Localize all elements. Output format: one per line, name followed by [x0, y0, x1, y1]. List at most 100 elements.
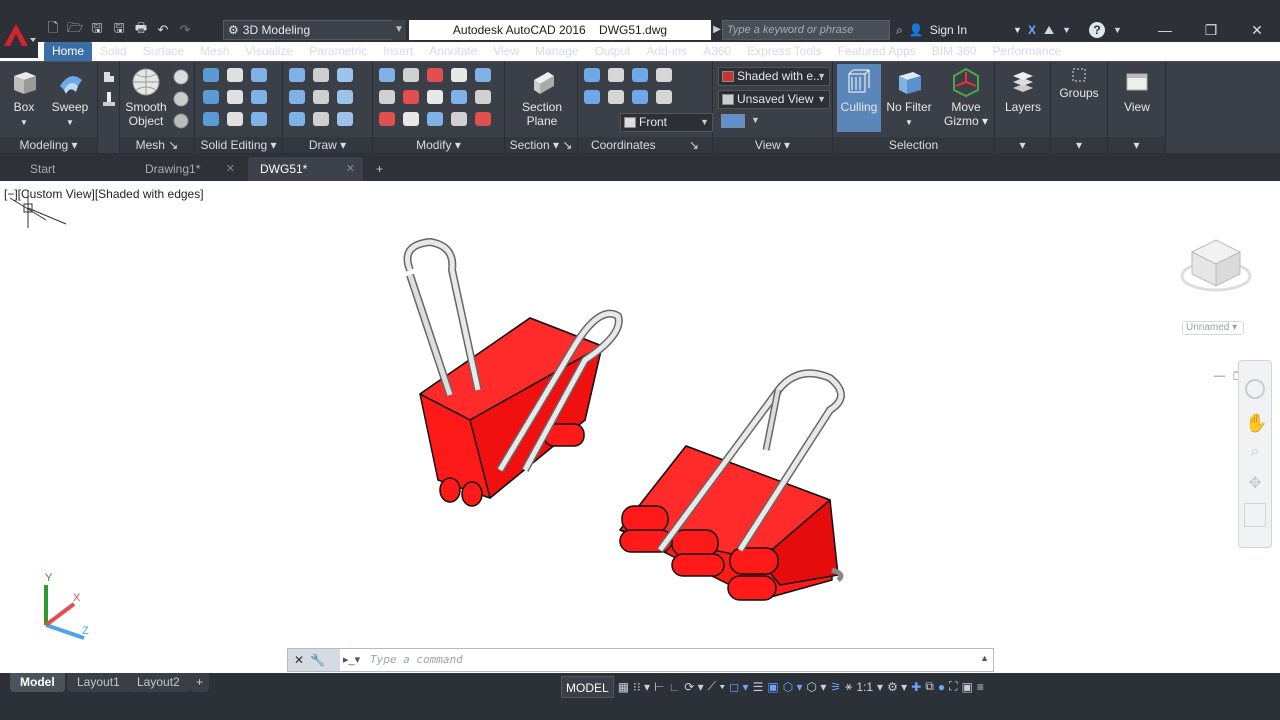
- smooth-object-button[interactable]: Smooth Object: [122, 66, 170, 128]
- customization-icon[interactable]: ▣: [961, 680, 972, 694]
- intersect-icon[interactable]: [251, 68, 267, 82]
- hatch-icon[interactable]: [313, 112, 329, 126]
- lineweight-icon[interactable]: ☰: [753, 680, 764, 694]
- layout-tab-layout2[interactable]: Layout2: [127, 673, 190, 692]
- menu-icon[interactable]: ≡: [977, 680, 984, 694]
- ucs-face-icon[interactable]: [608, 90, 624, 104]
- panel-title[interactable]: Solid Editing ▾: [195, 137, 282, 154]
- polar-icon[interactable]: ⟳ ▾: [684, 680, 703, 694]
- help-icon[interactable]: ?: [1089, 22, 1106, 38]
- groups-button[interactable]: Groups: [1055, 66, 1103, 100]
- navigation-bar[interactable]: ✋ ⌕ ✥: [1238, 360, 1272, 548]
- tab-view[interactable]: View: [485, 42, 527, 61]
- open-icon[interactable]: 🗁: [66, 20, 84, 39]
- polysolid-icon[interactable]: [100, 90, 118, 108]
- ucs-world-icon[interactable]: [608, 68, 624, 82]
- dynamic-ucs-icon[interactable]: ⚞: [830, 680, 841, 694]
- tab-home[interactable]: Home: [44, 42, 93, 61]
- chevron-down-icon[interactable]: ▼: [1013, 25, 1022, 35]
- trim-icon[interactable]: [379, 112, 395, 126]
- command-grip[interactable]: ✕ 🔧: [288, 649, 340, 671]
- file-tab-dwg51[interactable]: DWG51* ✕: [248, 157, 363, 181]
- new-tab-button[interactable]: +: [370, 157, 394, 181]
- interfere-icon[interactable]: [227, 90, 243, 104]
- tab-annotate[interactable]: Annotate: [421, 42, 485, 61]
- spline-icon[interactable]: [289, 90, 305, 104]
- annotation-visibility-icon[interactable]: ⚹: [845, 679, 852, 694]
- clean-screen-icon[interactable]: ⛶: [949, 679, 957, 694]
- file-tab-start[interactable]: Start: [18, 157, 128, 181]
- gear-icon[interactable]: ⚙ ▾: [887, 680, 907, 694]
- sign-in[interactable]: ⌕ 👤 Sign In ▼: [896, 20, 1022, 40]
- panel-title[interactable]: Modify ▾: [373, 137, 504, 154]
- save-icon[interactable]: 🖫: [88, 20, 106, 39]
- chevron-down-icon[interactable]: ▼: [751, 115, 760, 125]
- chevron-down-icon[interactable]: ▼: [1062, 25, 1071, 35]
- move-icon[interactable]: [379, 68, 395, 82]
- imprint-icon[interactable]: [227, 112, 243, 126]
- steering-wheel-icon[interactable]: [1245, 379, 1265, 399]
- array-icon[interactable]: [427, 90, 443, 104]
- mesh-smooth-more-icon[interactable]: [172, 90, 190, 108]
- explode-icon[interactable]: [427, 112, 443, 126]
- tab-mesh[interactable]: Mesh: [192, 42, 237, 61]
- zoom-icon[interactable]: ⌕: [1245, 443, 1265, 463]
- move-gizmo-button[interactable]: Move Gizmo ▾: [941, 66, 991, 128]
- pan-icon[interactable]: ✋: [1245, 413, 1267, 433]
- tab-featured-apps[interactable]: Featured Apps: [830, 42, 924, 61]
- exchange-icon[interactable]: X: [1028, 23, 1036, 37]
- close-icon[interactable]: ✕: [1234, 16, 1280, 44]
- thicken-icon[interactable]: [251, 90, 267, 104]
- polygon-icon[interactable]: [289, 112, 305, 126]
- align-icon[interactable]: [403, 112, 419, 126]
- drawing-viewport[interactable]: [−][Custom View][Shaded with edges] Y X …: [0, 181, 1280, 673]
- close-icon[interactable]: ✕: [226, 157, 235, 181]
- ucs-object-icon[interactable]: [584, 90, 600, 104]
- join-icon[interactable]: [451, 112, 467, 126]
- fillet-icon[interactable]: [475, 68, 491, 82]
- tab-express-tools[interactable]: Express Tools: [739, 42, 829, 61]
- culling-button[interactable]: Culling: [837, 64, 881, 132]
- orbit-icon[interactable]: ✥: [1245, 473, 1265, 493]
- chevron-down-icon[interactable]: ▾: [1051, 137, 1107, 154]
- box-button[interactable]: Box ▼: [0, 66, 48, 130]
- ucs-menu[interactable]: Unnamed ▾: [1182, 321, 1244, 335]
- chevron-right-icon[interactable]: ▶: [712, 20, 722, 40]
- recent-commands-icon[interactable]: ▸_▾: [343, 653, 360, 666]
- viewport-minimize-icon[interactable]: —: [1214, 370, 1226, 382]
- copy-icon[interactable]: [427, 68, 443, 82]
- mirror-icon[interactable]: [451, 68, 467, 82]
- transparency-icon[interactable]: ▣: [767, 680, 778, 694]
- close-icon[interactable]: ✕: [294, 653, 304, 667]
- osnap-icon[interactable]: ◻ ▾: [729, 680, 748, 694]
- 3d-osnap-icon[interactable]: ⬡ ▾: [807, 680, 827, 694]
- wrench-icon[interactable]: 🔧: [310, 653, 325, 667]
- isolate-objects-icon[interactable]: ●: [938, 680, 945, 694]
- scale-icon[interactable]: [403, 90, 419, 104]
- tab-visualize[interactable]: Visualize: [237, 42, 301, 61]
- infer-icon[interactable]: ⊢: [654, 680, 664, 694]
- showmotion-icon[interactable]: [1244, 503, 1266, 527]
- panel-title[interactable]: Draw ▾: [283, 137, 372, 154]
- tab-add-ins[interactable]: Add-ins: [639, 42, 696, 61]
- mesh-primitive-icon[interactable]: [172, 68, 190, 86]
- erase-icon[interactable]: [379, 90, 395, 104]
- circle-icon[interactable]: [313, 90, 329, 104]
- tab-a360[interactable]: A360: [695, 42, 739, 61]
- chamfer-icon[interactable]: [475, 112, 491, 126]
- viewport-config-icon[interactable]: [721, 114, 745, 128]
- extract-edges-icon[interactable]: [203, 112, 219, 126]
- ucs-3point-icon[interactable]: [632, 90, 648, 104]
- tab-solid[interactable]: Solid: [92, 42, 135, 61]
- layers-button[interactable]: Layers: [999, 66, 1047, 114]
- union-icon[interactable]: [203, 68, 219, 82]
- panel-title[interactable]: Mesh ↘: [120, 137, 194, 154]
- separate-icon[interactable]: [251, 112, 267, 126]
- panel-title[interactable]: Section ▾ ↘: [505, 137, 577, 154]
- layout-tab-model[interactable]: Model: [10, 673, 65, 692]
- ucs-origin-icon[interactable]: [632, 68, 648, 82]
- no-filter-button[interactable]: No Filter ▼: [883, 66, 935, 130]
- chevron-down-icon[interactable]: ▾: [995, 137, 1050, 154]
- close-icon[interactable]: ✕: [346, 157, 355, 181]
- plus-icon[interactable]: ✚: [911, 680, 921, 694]
